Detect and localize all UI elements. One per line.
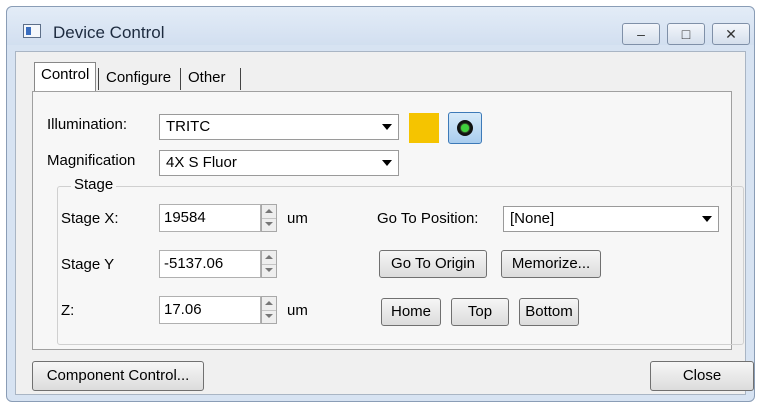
minimize-button[interactable]: – <box>622 23 660 45</box>
shutter-indicator-icon <box>457 120 473 136</box>
spin-down-icon[interactable] <box>262 264 276 277</box>
magnification-value: 4X S Fluor <box>166 154 237 171</box>
stage-z-input[interactable]: 17.06 <box>159 296 261 324</box>
stage-y-input[interactable]: -5137.06 <box>159 250 261 278</box>
title-bar[interactable]: Device Control – □ ✕ <box>7 7 754 45</box>
tab-separator <box>240 68 241 90</box>
illumination-toggle-button[interactable] <box>448 112 482 144</box>
stage-y-label: Stage Y <box>61 256 115 273</box>
dialog-client-area: Control Configure Other Illumination: TR… <box>15 51 754 395</box>
tab-separator <box>180 68 181 90</box>
go-to-position-label: Go To Position: <box>377 210 479 227</box>
chevron-down-icon <box>382 124 392 130</box>
bottom-button[interactable]: Bottom <box>519 298 579 326</box>
stage-z-unit: um <box>287 302 308 319</box>
tab-control[interactable]: Control <box>34 62 96 92</box>
stage-z-label: Z: <box>61 302 75 319</box>
tab-configure[interactable]: Configure <box>100 66 177 90</box>
spin-down-icon[interactable] <box>262 310 276 323</box>
illumination-value: TRITC <box>166 118 211 135</box>
component-control-button[interactable]: Component Control... <box>32 361 204 391</box>
illumination-color-swatch <box>409 113 439 143</box>
spin-down-icon[interactable] <box>262 218 276 231</box>
stage-z-spinner[interactable] <box>261 296 277 324</box>
stage-x-input[interactable]: 19584 <box>159 204 261 232</box>
close-icon: ✕ <box>725 25 737 42</box>
home-button[interactable]: Home <box>381 298 441 326</box>
device-control-window: Device Control – □ ✕ Control Configure O… <box>6 6 755 402</box>
go-to-origin-button[interactable]: Go To Origin <box>379 250 487 278</box>
tab-separator <box>98 68 99 90</box>
control-tab-panel: Illumination: TRITC Magnification 4X S F… <box>32 91 744 350</box>
go-to-position-select[interactable]: [None] <box>503 206 719 232</box>
app-window-icon <box>23 24 41 38</box>
spin-up-icon[interactable] <box>262 251 276 265</box>
maximize-button[interactable]: □ <box>667 23 705 45</box>
window-title: Device Control <box>53 23 165 42</box>
close-button[interactable]: Close <box>650 361 754 391</box>
stage-x-spinner[interactable] <box>261 204 277 232</box>
illumination-select[interactable]: TRITC <box>159 114 399 140</box>
illumination-label: Illumination: <box>47 116 128 133</box>
magnification-select[interactable]: 4X S Fluor <box>159 150 399 176</box>
stage-x-unit: um <box>287 210 308 227</box>
minimize-icon: – <box>637 26 645 42</box>
go-to-position-value: [None] <box>510 210 555 227</box>
chevron-down-icon <box>702 216 712 222</box>
tab-other[interactable]: Other <box>182 66 232 90</box>
spin-up-icon[interactable] <box>262 205 276 219</box>
magnification-label: Magnification <box>47 152 136 169</box>
maximize-icon: □ <box>681 26 691 42</box>
stage-y-spinner[interactable] <box>261 250 277 278</box>
chevron-down-icon <box>382 160 392 166</box>
stage-x-label: Stage X: <box>61 210 119 227</box>
memorize-button[interactable]: Memorize... <box>501 250 601 278</box>
stage-group-label: Stage <box>71 176 117 193</box>
spin-up-icon[interactable] <box>262 297 276 311</box>
top-button[interactable]: Top <box>451 298 509 326</box>
close-window-button[interactable]: ✕ <box>712 23 750 45</box>
